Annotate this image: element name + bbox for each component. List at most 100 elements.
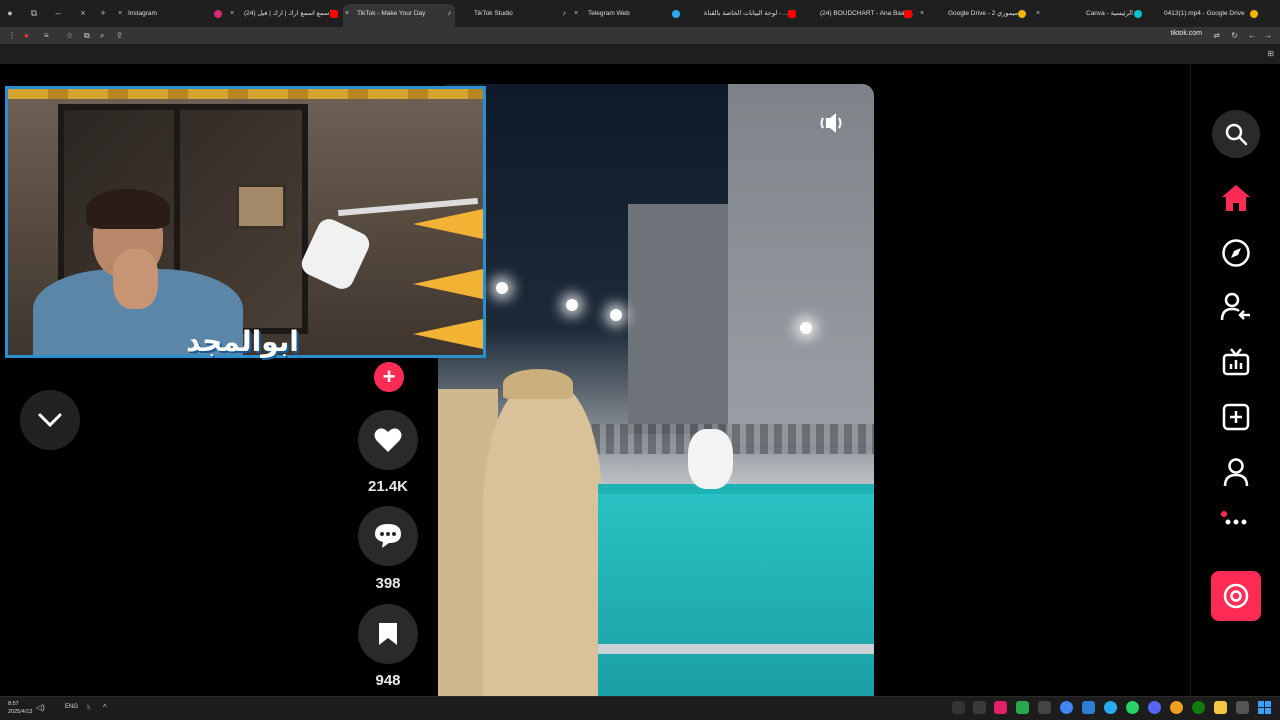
heart-icon (374, 428, 402, 452)
tab-canva[interactable]: × Canva - الرئيسية (1036, 4, 1146, 24)
tray-up-icon[interactable]: ^ (103, 703, 107, 712)
tab-google-drive[interactable]: × Google Drive - 2 ميموري (920, 4, 1030, 24)
taskbar-app-icon[interactable] (1236, 701, 1249, 714)
sidebar-divider (1190, 64, 1191, 696)
window-restore-icon[interactable]: ⧉ (28, 7, 40, 19)
tab-instagram[interactable]: × Instagram (118, 4, 226, 24)
comment-button[interactable] (358, 506, 418, 566)
window-menu-icon[interactable]: ● (4, 7, 16, 19)
video-lamp (566, 299, 578, 311)
tab-youtube-1[interactable]: × (24) اسمع اسمع ارك | ارك | فيل... (230, 4, 342, 24)
video-bin-band (598, 644, 874, 654)
browser-tabbar: ● ⧉ – × + × Instagram × (24) اسمع اسمع ا… (0, 0, 1280, 27)
forward-icon[interactable]: ← (1248, 30, 1256, 41)
tab-label: 0413(1).mp4 - Google Drive (1164, 10, 1245, 17)
taskbar-app-icon[interactable] (952, 701, 965, 714)
clock-time: 8:57 (8, 701, 19, 707)
tab-telegram[interactable]: × Telegram Web (574, 4, 684, 24)
tab-tiktok[interactable]: × TikTok - Make Your Day ♪ (343, 4, 455, 27)
menu-icon[interactable]: ⋮ (8, 30, 16, 41)
youtube-icon (788, 10, 796, 18)
tiktok-app-icon[interactable] (994, 701, 1007, 714)
taskbar-app-icon[interactable] (973, 701, 986, 714)
google-drive-icon (1250, 10, 1258, 18)
video-worker (483, 384, 603, 696)
sliders-icon[interactable]: ≡ (44, 30, 49, 41)
sidebar-item-explore[interactable] (1212, 229, 1260, 277)
google-drive-icon (1018, 10, 1026, 18)
apps-icon[interactable]: ⊞ (1267, 49, 1274, 58)
sidebar-item-search[interactable] (1212, 110, 1260, 158)
compass-icon (1222, 239, 1250, 267)
search-icon (1225, 123, 1248, 146)
follow-button[interactable]: + (374, 362, 404, 392)
home-icon (1222, 185, 1250, 211)
webcam-wall-frame (236, 184, 286, 229)
tab-label: Canva - الرئيسية (1086, 10, 1133, 17)
sidebar-item-following[interactable] (1212, 283, 1260, 331)
chevron-down-icon (38, 413, 62, 428)
windows-taskbar: 8:57 2025/4/13 ◁) ENG ♮ ^ (0, 696, 1280, 720)
video-lamp (610, 309, 622, 321)
video-lamp (496, 282, 508, 294)
discord-icon[interactable] (1148, 701, 1161, 714)
tiktok-icon: ♪ (447, 10, 452, 17)
window-minimize-icon[interactable]: – (52, 7, 64, 19)
video-bag (688, 429, 733, 489)
whatsapp-icon[interactable] (1126, 701, 1139, 714)
taskbar-app-icon[interactable] (1082, 701, 1095, 714)
extension-icon[interactable]: ● (24, 30, 29, 41)
tab-label: Telegram Web (588, 10, 630, 17)
search-page-icon[interactable]: ⌕ (100, 30, 104, 41)
telegram-app-icon[interactable] (1104, 701, 1117, 714)
sidebar-profile-action[interactable] (1211, 571, 1261, 621)
chrome-icon[interactable] (1060, 701, 1073, 714)
plus-square-icon (1222, 403, 1250, 431)
video-player[interactable] (438, 84, 874, 696)
reload-icon[interactable]: ↻ (1231, 30, 1238, 41)
youtube-icon (904, 10, 912, 18)
profile-icon (1223, 458, 1249, 487)
taskbar-app-icon[interactable] (1038, 701, 1051, 714)
like-button[interactable] (358, 410, 418, 470)
video-lamp (800, 322, 812, 334)
back-icon[interactable]: → (1264, 30, 1272, 41)
sound-on-icon[interactable] (818, 110, 848, 136)
webcam-decoration (413, 209, 483, 239)
language-indicator[interactable]: ENG (65, 704, 78, 710)
install-icon[interactable]: ⧉ (84, 30, 90, 41)
sidebar-item-home[interactable] (1212, 174, 1260, 222)
address-bar[interactable]: tiktok.com (1170, 30, 1202, 37)
webcam-person-hands (113, 249, 158, 309)
tab-boudchart[interactable]: (24) BOUDCHART - Ana Baas... (806, 4, 916, 24)
video-building (728, 84, 874, 444)
share-icon[interactable]: ⇪ (116, 30, 123, 41)
volume-icon[interactable]: ◁) (36, 703, 45, 712)
file-explorer-icon[interactable] (1214, 701, 1227, 714)
sidebar-item-live[interactable] (1212, 338, 1260, 386)
next-video-button[interactable] (20, 390, 80, 450)
tab-yt-dashboard[interactable]: لوحة البيانات الخاصة بالقناة - ... (690, 4, 800, 24)
sidebar-item-more[interactable] (1212, 498, 1260, 546)
tab-label: Instagram (128, 10, 157, 17)
taskbar-app-icon[interactable] (1016, 701, 1029, 714)
windows-start-icon[interactable] (1258, 701, 1271, 714)
chrome-profile-icon[interactable] (1170, 701, 1183, 714)
taskbar-clock[interactable]: 8:57 2025/4/13 (8, 700, 32, 716)
tab-tiktok-studio[interactable]: TikTok Studio ♪ (460, 4, 570, 24)
save-button[interactable] (358, 604, 418, 664)
microphone-icon[interactable]: ♮ (87, 703, 90, 712)
sidebar-item-profile[interactable] (1212, 448, 1260, 496)
tab-drive-video[interactable]: 0413(1).mp4 - Google Drive (1150, 4, 1262, 24)
telegram-icon (672, 10, 680, 18)
video-worker-cap (503, 369, 573, 399)
like-count: 21.4K (367, 478, 409, 495)
new-tab-button[interactable]: + (97, 7, 109, 19)
site-settings-icon[interactable]: ⇌ (1213, 30, 1220, 41)
sidebar-item-upload[interactable] (1212, 393, 1260, 441)
user-follow-icon (1220, 292, 1250, 321)
star-icon[interactable]: ☆ (66, 30, 73, 41)
video-bin (598, 484, 874, 696)
tab-close-icon[interactable]: × (77, 7, 89, 19)
xbox-icon[interactable] (1192, 701, 1205, 714)
